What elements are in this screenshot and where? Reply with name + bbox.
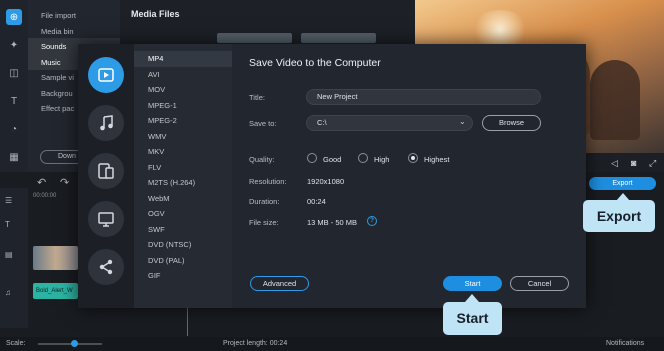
title-label: Title: <box>249 93 265 102</box>
category-column <box>78 44 134 308</box>
format-item-mp4[interactable]: MP4 <box>134 51 232 67</box>
magic-wand-icon[interactable]: ✦ <box>6 37 22 53</box>
quality-radio-high[interactable] <box>358 153 368 163</box>
title-input[interactable]: New Project <box>306 89 541 105</box>
timeline-ruler-time: 00:00:00 <box>33 193 57 199</box>
start-button[interactable]: Start <box>443 276 502 291</box>
duration-label: Duration: <box>249 197 280 206</box>
scale-slider[interactable] <box>38 343 102 345</box>
import-icon[interactable]: ⊕ <box>6 9 22 25</box>
resolution-value: 1920x1080 <box>307 177 345 186</box>
track-settings-icon[interactable]: ☰ <box>5 196 12 205</box>
format-item-wmv[interactable]: WMV <box>134 129 232 145</box>
format-item-mkv[interactable]: MKV <box>134 144 232 160</box>
format-item-dvd-pal[interactable]: DVD (PAL) <box>134 253 232 269</box>
side-menu-item-music[interactable]: Music <box>41 58 61 67</box>
side-menu-item-media-bin[interactable]: Media bin <box>41 27 74 36</box>
audio-clip[interactable]: Bold_Alert_W <box>33 283 78 299</box>
redo-icon[interactable]: ↷ <box>60 176 69 189</box>
start-callout: Start <box>443 302 502 335</box>
more-tools-icon[interactable]: ▦ <box>6 149 22 165</box>
notifications-link[interactable]: Notifications <box>606 340 644 347</box>
media-thumbnail[interactable] <box>301 33 376 43</box>
quality-option-high[interactable]: High <box>374 155 389 164</box>
side-menu-item-file-import[interactable]: File import <box>41 11 76 20</box>
resolution-label: Resolution: <box>249 177 287 186</box>
format-item-mpeg1[interactable]: MPEG-1 <box>134 98 232 114</box>
fullscreen-icon[interactable]: ⤢ <box>649 158 656 169</box>
format-list: MP4 AVI MOV MPEG-1 MPEG-2 WMV MKV FLV M2… <box>134 44 232 308</box>
format-item-swf[interactable]: SWF <box>134 222 232 238</box>
format-item-avi[interactable]: AVI <box>134 67 232 83</box>
side-menu-item-effect-packs[interactable]: Effect pac <box>41 104 74 113</box>
save-video-dialog: MP4 AVI MOV MPEG-1 MPEG-2 WMV MKV FLV M2… <box>78 44 586 308</box>
format-item-mov[interactable]: MOV <box>134 82 232 98</box>
side-menu-item-sample-videos[interactable]: Sample vi <box>41 73 74 82</box>
scale-slider-knob[interactable] <box>71 340 78 347</box>
quality-label: Quality: <box>249 155 275 164</box>
video-track-icon[interactable]: ▤ <box>5 250 13 259</box>
music-icon[interactable] <box>88 105 124 141</box>
format-item-mpeg2[interactable]: MPEG-2 <box>134 113 232 129</box>
save-to-label: Save to: <box>249 119 277 128</box>
format-item-m2ts[interactable]: M2TS (H.264) <box>134 175 232 191</box>
format-item-ogv[interactable]: OGV <box>134 206 232 222</box>
export-button[interactable]: Export <box>589 177 656 190</box>
cancel-button[interactable]: Cancel <box>510 276 569 291</box>
callout-pointer <box>465 294 479 302</box>
advanced-button[interactable]: Advanced <box>250 276 309 291</box>
format-item-gif[interactable]: GIF <box>134 268 232 284</box>
side-menu-item-backgrounds[interactable]: Backgrou <box>41 89 73 98</box>
side-menu-item-sounds[interactable]: Sounds <box>41 42 66 51</box>
title-track-icon[interactable]: T <box>5 220 10 229</box>
browse-button[interactable]: Browse <box>482 115 541 131</box>
tv-icon[interactable] <box>88 201 124 237</box>
snapshot-icon[interactable]: ◙ <box>631 158 636 168</box>
volume-icon[interactable]: ◁ <box>611 158 618 169</box>
format-item-flv[interactable]: FLV <box>134 160 232 176</box>
quality-option-good[interactable]: Good <box>323 155 341 164</box>
quality-radio-good[interactable] <box>307 153 317 163</box>
undo-icon[interactable]: ↶ <box>37 176 46 189</box>
export-callout: Export <box>583 200 655 232</box>
filesize-label: File size: <box>249 218 279 227</box>
devices-icon[interactable] <box>88 153 124 189</box>
duration-value: 00:24 <box>307 197 326 206</box>
format-item-dvd-ntsc[interactable]: DVD (NTSC) <box>134 237 232 253</box>
save-to-input[interactable]: C:\ <box>306 115 473 131</box>
audio-track-icon[interactable]: ♫ <box>5 288 11 297</box>
media-thumbnail[interactable] <box>217 33 292 43</box>
quality-option-highest[interactable]: Highest <box>424 155 449 164</box>
format-item-webm[interactable]: WebM <box>134 191 232 207</box>
titles-icon[interactable]: T <box>6 93 22 109</box>
quality-radio-highest[interactable] <box>408 153 418 163</box>
settings-panel <box>232 44 586 308</box>
dialog-title: Save Video to the Computer <box>249 57 381 69</box>
video-icon[interactable] <box>88 57 124 93</box>
preview-figure <box>590 60 640 140</box>
transitions-icon[interactable]: ◫ <box>6 65 22 81</box>
chevron-down-icon[interactable]: ⌄ <box>459 117 466 126</box>
filters-icon[interactable]: ◔ <box>6 121 22 137</box>
media-panel-title: Media Files <box>131 9 180 19</box>
video-clip[interactable] <box>33 246 78 270</box>
share-icon[interactable] <box>88 249 124 285</box>
scale-label: Scale: <box>6 340 26 347</box>
project-length: Project length: 00:24 <box>223 340 288 347</box>
info-icon[interactable]: ? <box>367 216 377 226</box>
filesize-value: 13 MB - 50 MB <box>307 218 358 227</box>
